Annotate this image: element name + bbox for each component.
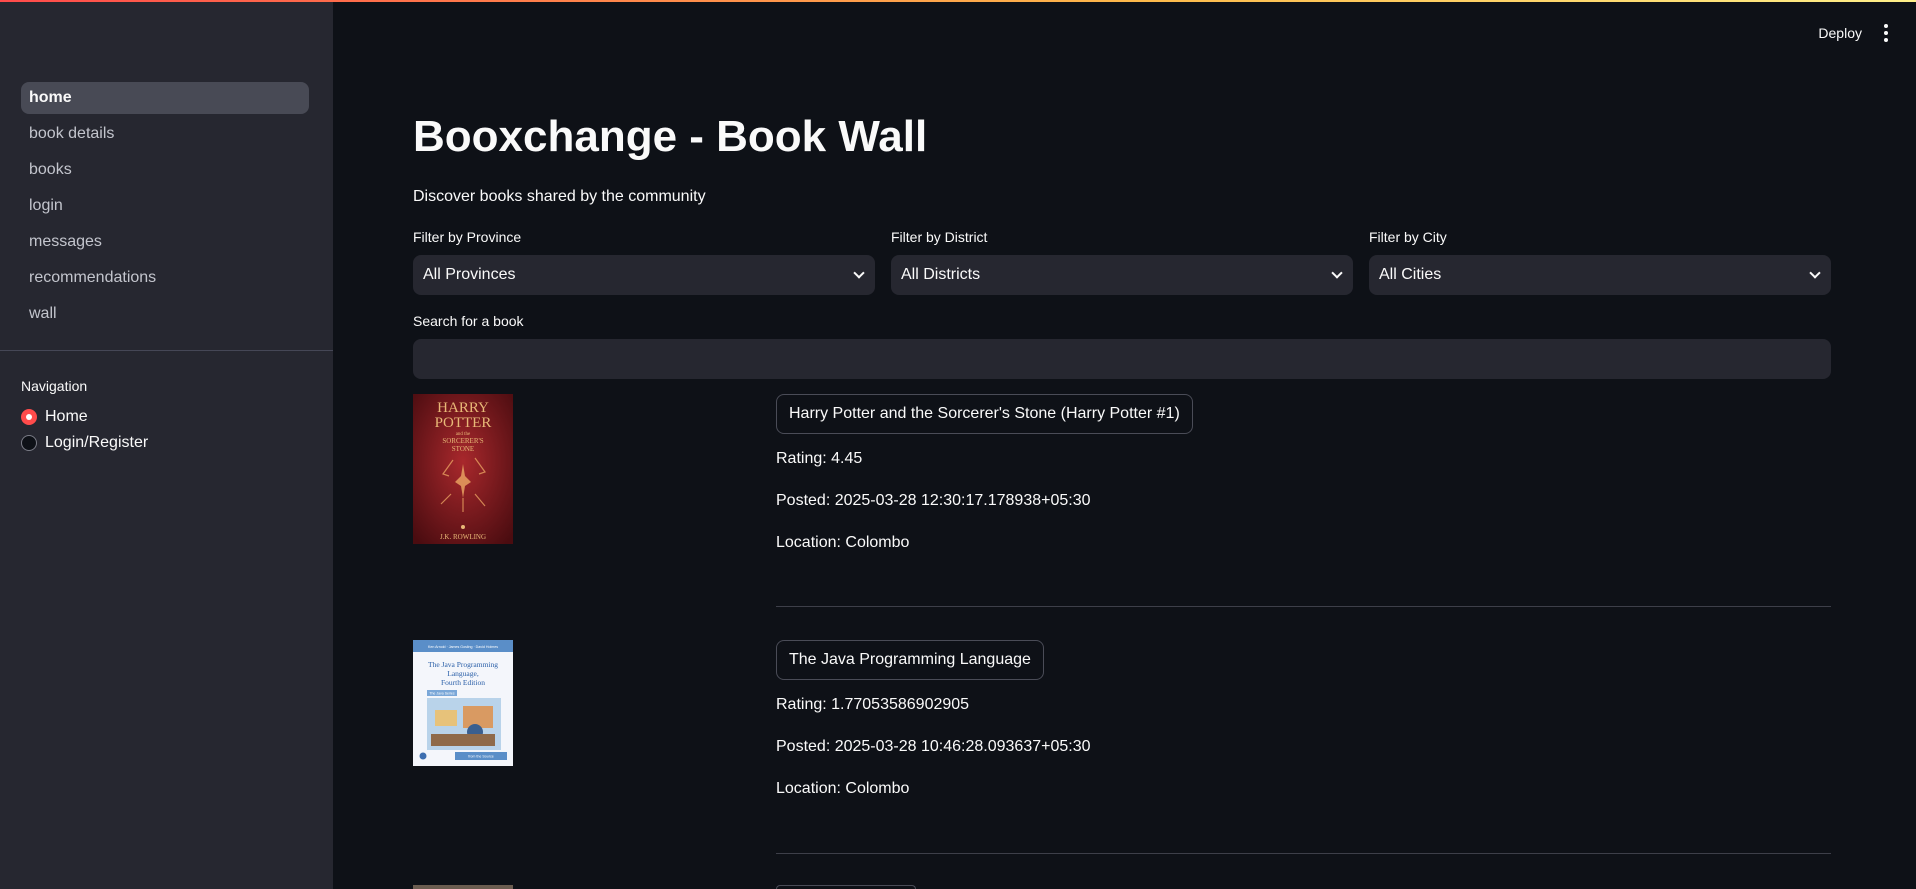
sidebar-nav: home book details books login messages r… (21, 82, 309, 334)
city-select[interactable]: All Cities (1369, 255, 1831, 295)
radio-option-home[interactable]: Home (21, 404, 148, 430)
sidebar-item-recommendations[interactable]: recommendations (21, 262, 309, 294)
sidebar-item-book-details[interactable]: book details (21, 118, 309, 150)
sidebar: home book details books login messages r… (0, 0, 333, 889)
book-rating: Rating: 1.77053586902905 (776, 696, 970, 713)
book-divider (776, 606, 1831, 607)
radio-option-label: Login/Register (45, 434, 149, 451)
chevron-down-icon (1331, 267, 1343, 279)
cover-text: from the Source (468, 755, 494, 759)
book-card (413, 885, 1831, 889)
city-select-value: All Cities (1379, 266, 1442, 283)
cover-text: The Java Series (429, 692, 455, 696)
cover-text: POTTER (435, 415, 492, 431)
sidebar-item-wall[interactable]: wall (21, 298, 309, 330)
province-select-value: All Provinces (423, 266, 516, 283)
book-cover-image: HARRY POTTER and the SORCERER'S STONE J.… (413, 394, 513, 544)
chevron-down-icon (853, 267, 865, 279)
book-posted: Posted: 2025-03-28 10:46:28.093637+05:30 (776, 738, 1091, 755)
book-rating: Rating: 4.45 (776, 450, 863, 467)
deploy-button[interactable]: Deploy (1818, 25, 1862, 41)
navigation-radio-group: Navigation Home Login/Register (21, 378, 148, 456)
book-cover-image (413, 885, 513, 889)
radio-checked-icon[interactable] (21, 409, 37, 425)
radio-option-label: Home (45, 408, 88, 425)
book-location: Location: Colombo (776, 780, 910, 797)
search-label: Search for a book (413, 313, 524, 329)
city-filter: Filter by City All Cities (1369, 229, 1831, 295)
header-actions: Deploy (1818, 24, 1888, 42)
province-select[interactable]: All Provinces (413, 255, 875, 295)
district-filter: Filter by District All Districts (891, 229, 1353, 295)
chevron-down-icon (1809, 267, 1821, 279)
book-search: Search for a book (413, 313, 1831, 379)
cover-text: J.K. ROWLING (440, 533, 486, 541)
province-filter-label: Filter by Province (413, 229, 522, 245)
book-info: Harry Potter and the Sorcerer's Stone (H… (776, 394, 1831, 564)
page-subtitle: Discover books shared by the community (413, 188, 706, 205)
book-info: The Java Programming Language Rating: 1.… (776, 640, 1831, 810)
cover-text: Fourth Edition (441, 678, 485, 687)
cover-text: STONE (452, 445, 474, 453)
district-select[interactable]: All Districts (891, 255, 1353, 295)
sidebar-item-home[interactable]: home (21, 82, 309, 114)
radio-unchecked-icon[interactable] (21, 435, 37, 451)
cover-text: HARRY (437, 400, 489, 416)
cover-text: Language, (447, 669, 479, 678)
radio-option-login-register[interactable]: Login/Register (21, 430, 148, 456)
cover-text: The Java Programming (428, 660, 498, 669)
sidebar-item-login[interactable]: login (21, 190, 309, 222)
book-cover-image: Ken Arnold · James Gosling · David Holme… (413, 640, 513, 766)
city-filter-label: Filter by City (1369, 229, 1447, 245)
search-input[interactable] (413, 339, 1831, 379)
top-decoration-bar (0, 0, 1916, 2)
province-filter: Filter by Province All Provinces (413, 229, 875, 295)
main-menu-icon[interactable] (1884, 24, 1888, 42)
book-title-button[interactable]: Harry Potter and the Sorcerer's Stone (H… (776, 394, 1193, 434)
book-divider (776, 853, 1831, 854)
sidebar-divider (0, 350, 333, 351)
district-select-value: All Districts (901, 266, 981, 283)
cover-text: SORCERER'S (442, 437, 483, 445)
book-location: Location: Colombo (776, 534, 910, 551)
book-title-button[interactable] (776, 885, 916, 889)
district-filter-label: Filter by District (891, 229, 988, 245)
cover-text: Ken Arnold · James Gosling · David Holme… (428, 645, 498, 649)
sidebar-item-messages[interactable]: messages (21, 226, 309, 258)
sidebar-item-books[interactable]: books (21, 154, 309, 186)
radio-group-title: Navigation (21, 378, 88, 394)
book-posted: Posted: 2025-03-28 12:30:17.178938+05:30 (776, 492, 1091, 509)
page-title: Booxchange - Book Wall (413, 112, 928, 161)
book-title-button[interactable]: The Java Programming Language (776, 640, 1044, 680)
